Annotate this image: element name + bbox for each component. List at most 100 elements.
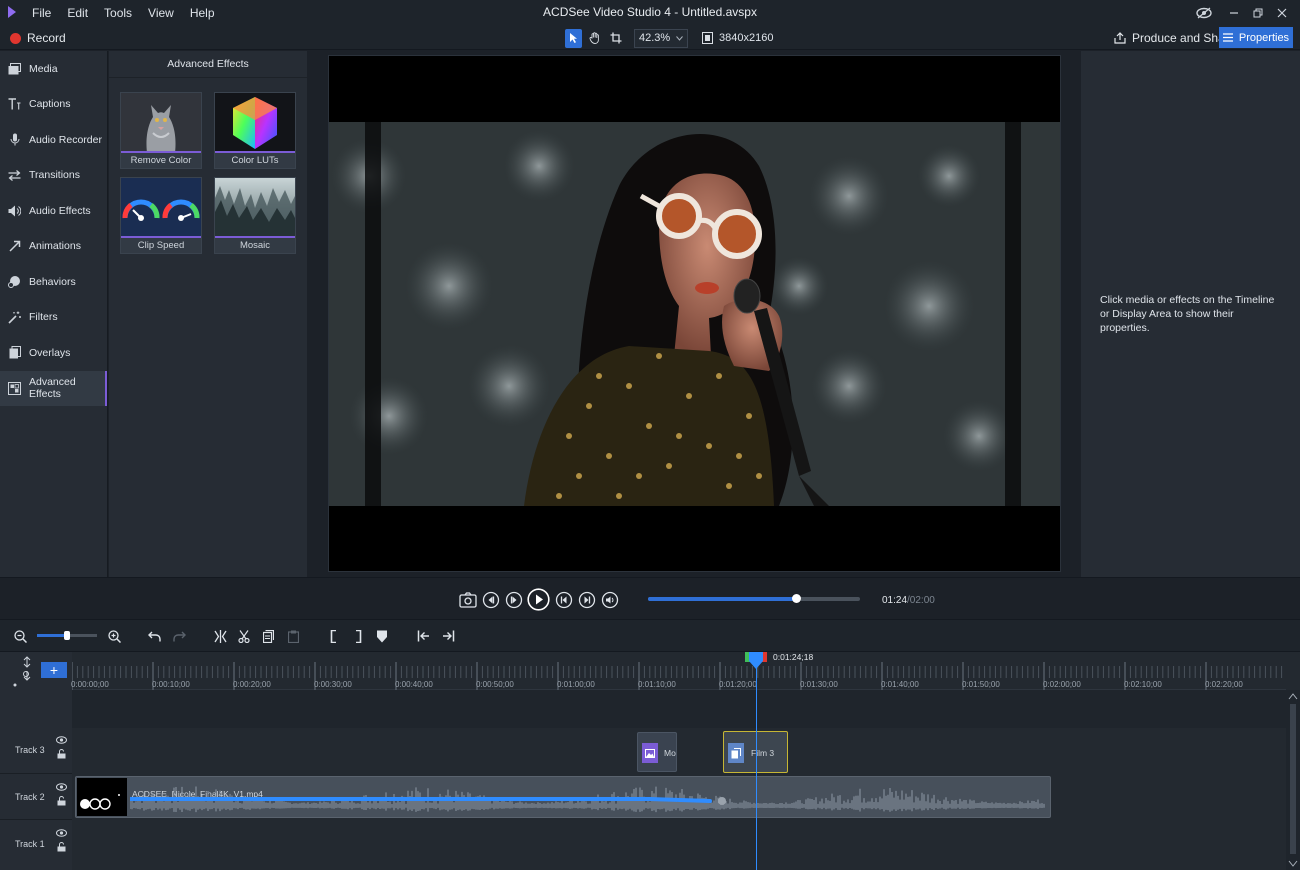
go-to-end-icon[interactable] [577, 590, 596, 609]
hand-pan-icon[interactable] [586, 29, 603, 48]
mosaic-effect-clip[interactable]: Mos [637, 732, 677, 772]
canvas-resolution[interactable]: 3840x2160 [702, 32, 773, 44]
track-lock-icon[interactable] [57, 796, 66, 806]
select-pointer-icon[interactable] [565, 28, 582, 48]
add-track-button[interactable]: + [41, 662, 67, 678]
menu-help[interactable]: Help [182, 0, 223, 26]
crop-icon[interactable] [607, 29, 624, 48]
effect-color-luts[interactable]: Color LUTs [214, 92, 296, 169]
zoom-level-select[interactable]: 42.3% [634, 28, 688, 48]
go-to-start-icon[interactable] [554, 590, 573, 609]
nav-item-label: Audio Recorder [29, 133, 102, 146]
effect-remove-color[interactable]: Remove Color [120, 92, 202, 169]
redo-icon[interactable] [171, 628, 187, 644]
record-dot-icon [10, 32, 21, 44]
track-lock-icon[interactable] [57, 749, 66, 759]
video-clip[interactable]: ACDSEE_Nicole_Final4K_V1.mp4 [75, 776, 1051, 818]
undo-icon[interactable] [146, 628, 162, 644]
produce-and-share-button[interactable]: Produce and Share [1114, 28, 1235, 48]
timeline-ruler[interactable]: 0:00:00;00 0:00:10;00 0:00:20;00 0:00:30;00… [71, 652, 1286, 690]
step-forward-icon[interactable] [504, 590, 523, 609]
preview-display-area[interactable] [308, 51, 1081, 577]
track-3-controls [55, 736, 67, 759]
transitions-icon [8, 169, 21, 182]
preview-canvas[interactable] [328, 55, 1061, 572]
mark-out-bracket-icon[interactable] [350, 628, 366, 644]
nav-item-advanced-effects[interactable]: Advanced Effects [0, 370, 107, 406]
zoom-level-value: 42.3% [639, 32, 671, 44]
nav-item-animations[interactable]: Animations [0, 229, 107, 265]
track-3-lane[interactable]: Mos Film 3 [72, 728, 1286, 774]
image-icon [642, 743, 658, 763]
nav-item-behaviors[interactable]: Behaviors [0, 264, 107, 300]
playback-scrubber[interactable] [648, 594, 860, 603]
zoom-out-icon[interactable] [12, 628, 28, 644]
track-visibility-eye-icon[interactable] [55, 783, 67, 791]
video-thumbnail [77, 778, 127, 816]
zoom-in-icon[interactable] [106, 628, 122, 644]
menu-tools[interactable]: Tools [96, 0, 140, 26]
track-1-lane[interactable] [72, 820, 1286, 870]
track-height-resize-icon[interactable] [11, 656, 35, 688]
track-2-controls [55, 783, 67, 806]
step-back-icon[interactable] [481, 590, 500, 609]
speaker-icon [8, 204, 21, 217]
volume-icon[interactable] [600, 590, 619, 609]
menu-edit[interactable]: Edit [59, 0, 96, 26]
menu-bar: File Edit Tools View Help ACDSee Video S… [0, 0, 1300, 26]
properties-panel: Click media or effects on the Timeline o… [1081, 51, 1300, 577]
nav-item-label: Media [29, 62, 58, 75]
playback-controls: 01:24/02:00 [0, 577, 1300, 619]
nav-item-transitions[interactable]: Transitions [0, 158, 107, 194]
ruler-time-label: 0:02:20;00 [1205, 680, 1243, 689]
playhead-handle[interactable] [745, 652, 767, 669]
ruler-time-label: 0:02:00;00 [1043, 680, 1081, 689]
next-marker-icon[interactable] [440, 628, 456, 644]
properties-hint: Click media or effects on the Timeline o… [1100, 294, 1275, 334]
total-time: /02:00 [907, 595, 935, 606]
nav-item-media[interactable]: Media [0, 51, 107, 87]
nav-item-captions[interactable]: Captions [0, 87, 107, 123]
effect-mosaic[interactable]: Mosaic [214, 177, 296, 254]
effect-clip-speed[interactable]: Clip Speed [120, 177, 202, 254]
mark-in-bracket-icon[interactable] [326, 628, 342, 644]
nav-item-label: Audio Effects [29, 204, 91, 217]
play-icon[interactable] [527, 588, 550, 611]
visibility-eye-icon[interactable] [1192, 1, 1216, 25]
nav-item-label: Captions [29, 98, 71, 111]
audio-waveform [130, 786, 1045, 813]
record-button[interactable]: Record [10, 29, 66, 47]
properties-button[interactable]: Properties [1219, 27, 1293, 48]
previous-marker-icon[interactable] [415, 628, 431, 644]
effect-label: Mosaic [239, 240, 271, 251]
nav-item-audio-effects[interactable]: Audio Effects [0, 193, 107, 229]
cut-scissors-icon[interactable] [236, 628, 252, 644]
timeline-zoom-handle[interactable] [64, 631, 70, 640]
split-icon[interactable] [212, 628, 228, 644]
current-time: 01:24 [882, 595, 908, 606]
nav-item-filters[interactable]: Filters [0, 300, 107, 336]
copy-icon[interactable] [260, 628, 276, 644]
track-lock-icon[interactable] [57, 842, 66, 852]
paste-icon[interactable] [285, 628, 301, 644]
snapshot-camera-icon[interactable] [458, 590, 477, 609]
restore-button[interactable] [1246, 1, 1270, 25]
nav-item-overlays[interactable]: Overlays [0, 335, 107, 371]
timeline-vertical-scrollbar[interactable] [1286, 690, 1300, 870]
timeline-zoom-slider[interactable] [37, 631, 97, 640]
playback-scrubber-handle[interactable] [792, 594, 802, 603]
nav-item-audio-recorder[interactable]: Audio Recorder [0, 122, 107, 158]
close-button[interactable] [1270, 1, 1294, 25]
ruler-time-label: 0:00:50;00 [476, 680, 514, 689]
effect-label: Color LUTs [231, 155, 279, 166]
menu-view[interactable]: View [140, 0, 182, 26]
track-visibility-eye-icon[interactable] [55, 829, 67, 837]
overlays-icon [8, 346, 21, 359]
track-2-lane[interactable]: ACDSEE_Nicole_Final4K_V1.mp4 [72, 774, 1286, 820]
playhead[interactable] [756, 652, 757, 870]
minimize-button[interactable] [1222, 1, 1246, 25]
track-visibility-eye-icon[interactable] [55, 736, 67, 744]
add-marker-icon[interactable] [374, 628, 390, 644]
menu-file[interactable]: File [24, 0, 59, 26]
film-copy-icon [728, 743, 744, 763]
